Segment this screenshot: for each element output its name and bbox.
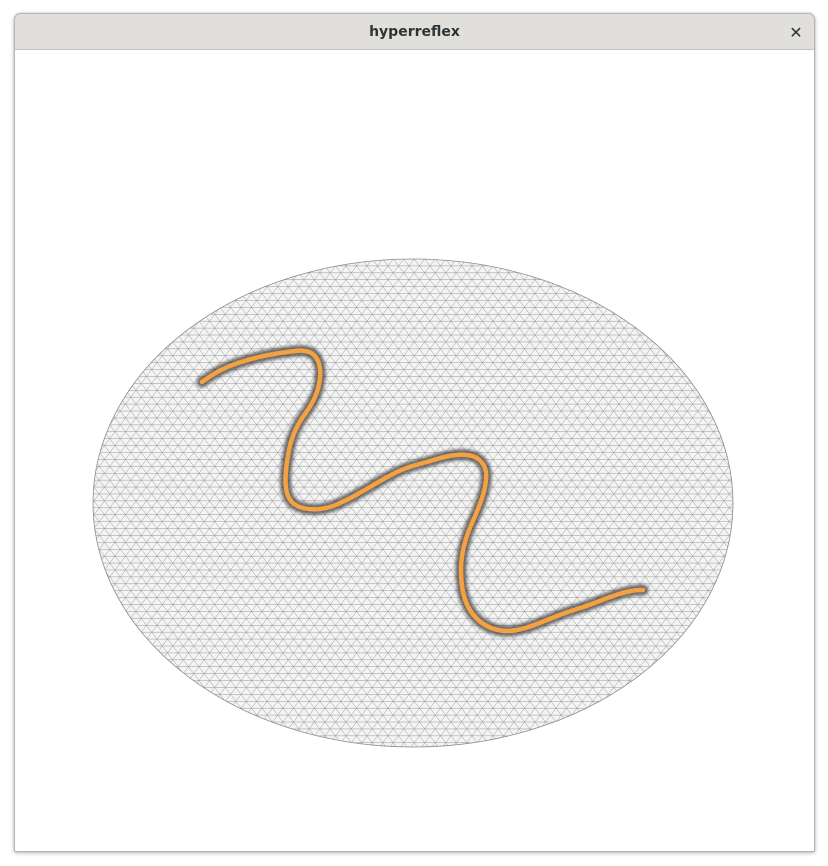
close-button[interactable]: ✕ [784, 20, 808, 44]
mesh-scene [92, 258, 734, 748]
render-viewport[interactable] [15, 50, 814, 851]
close-icon: ✕ [789, 22, 803, 42]
app-window: hyperreflex ✕ [14, 13, 815, 852]
title-bar[interactable]: hyperreflex ✕ [15, 14, 814, 50]
mesh-disc [92, 258, 734, 748]
window-title: hyperreflex [369, 23, 460, 40]
